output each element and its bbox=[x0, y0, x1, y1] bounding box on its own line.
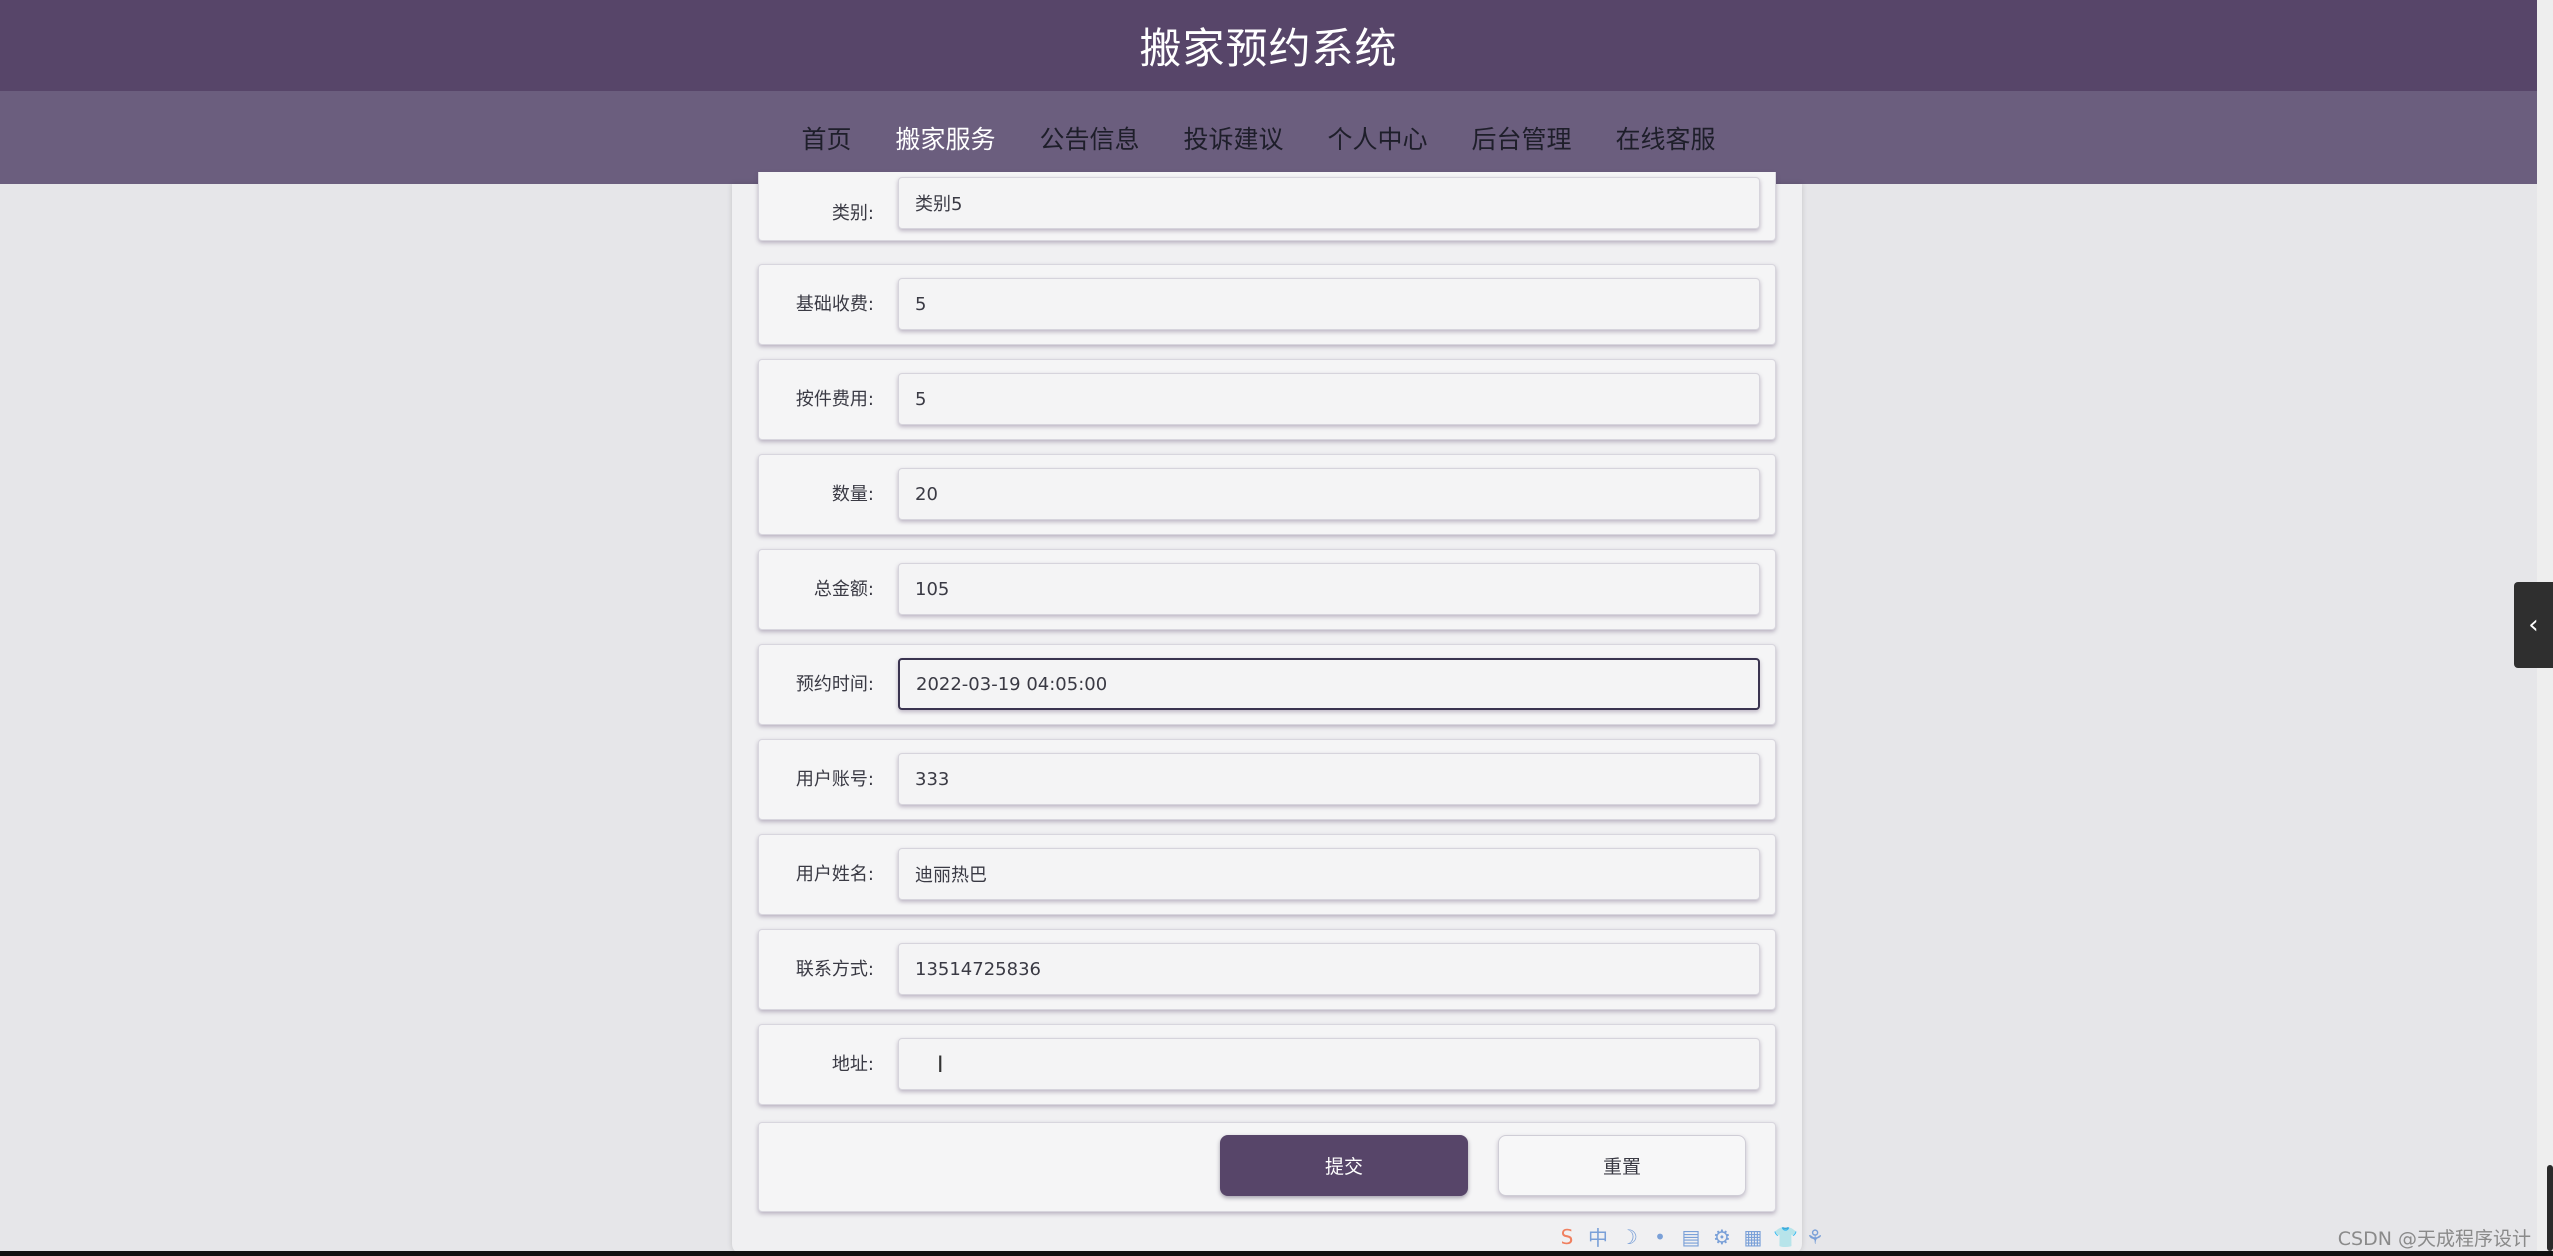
form-row-base-fee: 基础收费: bbox=[758, 264, 1776, 345]
form-row-contact: 联系方式: bbox=[758, 929, 1776, 1010]
page: 搬家预约系统 首页 搬家服务 公告信息 投诉建议 个人中心 后台管理 在线客服 … bbox=[0, 0, 2553, 1256]
nav-item-personal-center[interactable]: 个人中心 bbox=[1306, 91, 1450, 184]
nav-item-complaints[interactable]: 投诉建议 bbox=[1161, 91, 1305, 184]
watermark: CSDN @天成程序设计 bbox=[2337, 1228, 2531, 1250]
form-row-user-account: 用户账号: bbox=[758, 739, 1776, 820]
chevron-left-icon: ‹ bbox=[2528, 610, 2539, 640]
site-title: 搬家预约系统 bbox=[1139, 24, 1398, 73]
user-account-label: 用户账号: bbox=[795, 769, 874, 790]
quantity-label: 数量: bbox=[831, 484, 874, 505]
side-panel-toggle[interactable]: ‹ bbox=[2514, 582, 2553, 668]
quantity-input[interactable] bbox=[898, 468, 1760, 520]
form-actions: 提交 重置 bbox=[758, 1122, 1776, 1212]
site-header: 搬家预约系统 bbox=[0, 0, 2537, 91]
appointment-time-input[interactable] bbox=[898, 658, 1760, 710]
ime-grid-icon[interactable]: ▦ bbox=[1742, 1225, 1764, 1249]
ime-keyboard-icon[interactable]: ▤ bbox=[1680, 1225, 1702, 1249]
nav-item-online-service[interactable]: 在线客服 bbox=[1594, 91, 1738, 184]
base-fee-label: 基础收费: bbox=[795, 294, 874, 315]
form-row-appointment-time: 预约时间: bbox=[758, 644, 1776, 725]
form-row-address: 地址: I bbox=[758, 1024, 1776, 1105]
ime-punctuation-icon[interactable]: • bbox=[1649, 1225, 1671, 1249]
ime-logo-icon[interactable]: S bbox=[1556, 1225, 1578, 1249]
bottom-edge bbox=[0, 1251, 2553, 1256]
user-account-input[interactable] bbox=[898, 753, 1760, 805]
text-cursor-icon: I bbox=[937, 1053, 944, 1078]
base-fee-input[interactable] bbox=[898, 278, 1760, 330]
nav-item-announcements[interactable]: 公告信息 bbox=[1017, 91, 1161, 184]
booking-form-panel: 类别: 基础收费: 按件费用: 数量: 总金额: 预约时间: bbox=[732, 172, 1802, 1254]
user-name-input[interactable] bbox=[898, 848, 1760, 900]
total-amount-input[interactable] bbox=[898, 563, 1760, 615]
ime-moon-icon[interactable]: ☽ bbox=[1618, 1225, 1640, 1249]
user-name-label: 用户姓名: bbox=[795, 864, 874, 885]
form-row-total-amount: 总金额: bbox=[758, 549, 1776, 630]
form-row-per-item-fee: 按件费用: bbox=[758, 359, 1776, 440]
submit-button[interactable]: 提交 bbox=[1220, 1135, 1468, 1196]
contact-label: 联系方式: bbox=[795, 959, 874, 980]
contact-input[interactable] bbox=[898, 943, 1760, 995]
category-label: 类别: bbox=[831, 203, 874, 224]
address-input[interactable]: I bbox=[898, 1038, 1760, 1090]
form-row-quantity: 数量: bbox=[758, 454, 1776, 535]
nav-item-moving-service[interactable]: 搬家服务 bbox=[873, 91, 1018, 184]
address-label: 地址: bbox=[831, 1054, 874, 1075]
category-input[interactable] bbox=[898, 177, 1760, 229]
ime-chinese-mode-icon[interactable]: 中 bbox=[1587, 1222, 1609, 1251]
appointment-time-label: 预约时间: bbox=[795, 674, 874, 695]
total-amount-label: 总金额: bbox=[813, 579, 874, 600]
per-item-fee-label: 按件费用: bbox=[795, 389, 874, 410]
nav-item-admin[interactable]: 后台管理 bbox=[1450, 91, 1594, 184]
main-nav: 首页 搬家服务 公告信息 投诉建议 个人中心 后台管理 在线客服 bbox=[0, 91, 2537, 184]
ime-flower-icon[interactable]: ⚘ bbox=[1804, 1225, 1826, 1249]
form-row-category: 类别: bbox=[758, 172, 1776, 241]
ime-skin-icon[interactable]: 👕 bbox=[1773, 1225, 1798, 1249]
ime-settings-icon[interactable]: ⚙ bbox=[1711, 1225, 1733, 1249]
ime-toolbar: S 中 ☽ • ▤ ⚙ ▦ 👕 ⚘ bbox=[1556, 1222, 1826, 1251]
reset-button[interactable]: 重置 bbox=[1498, 1135, 1746, 1196]
per-item-fee-input[interactable] bbox=[898, 373, 1760, 425]
nav-item-home[interactable]: 首页 bbox=[779, 91, 873, 184]
scrollbar-thumb[interactable] bbox=[2547, 1165, 2553, 1251]
form-row-user-name: 用户姓名: bbox=[758, 834, 1776, 915]
